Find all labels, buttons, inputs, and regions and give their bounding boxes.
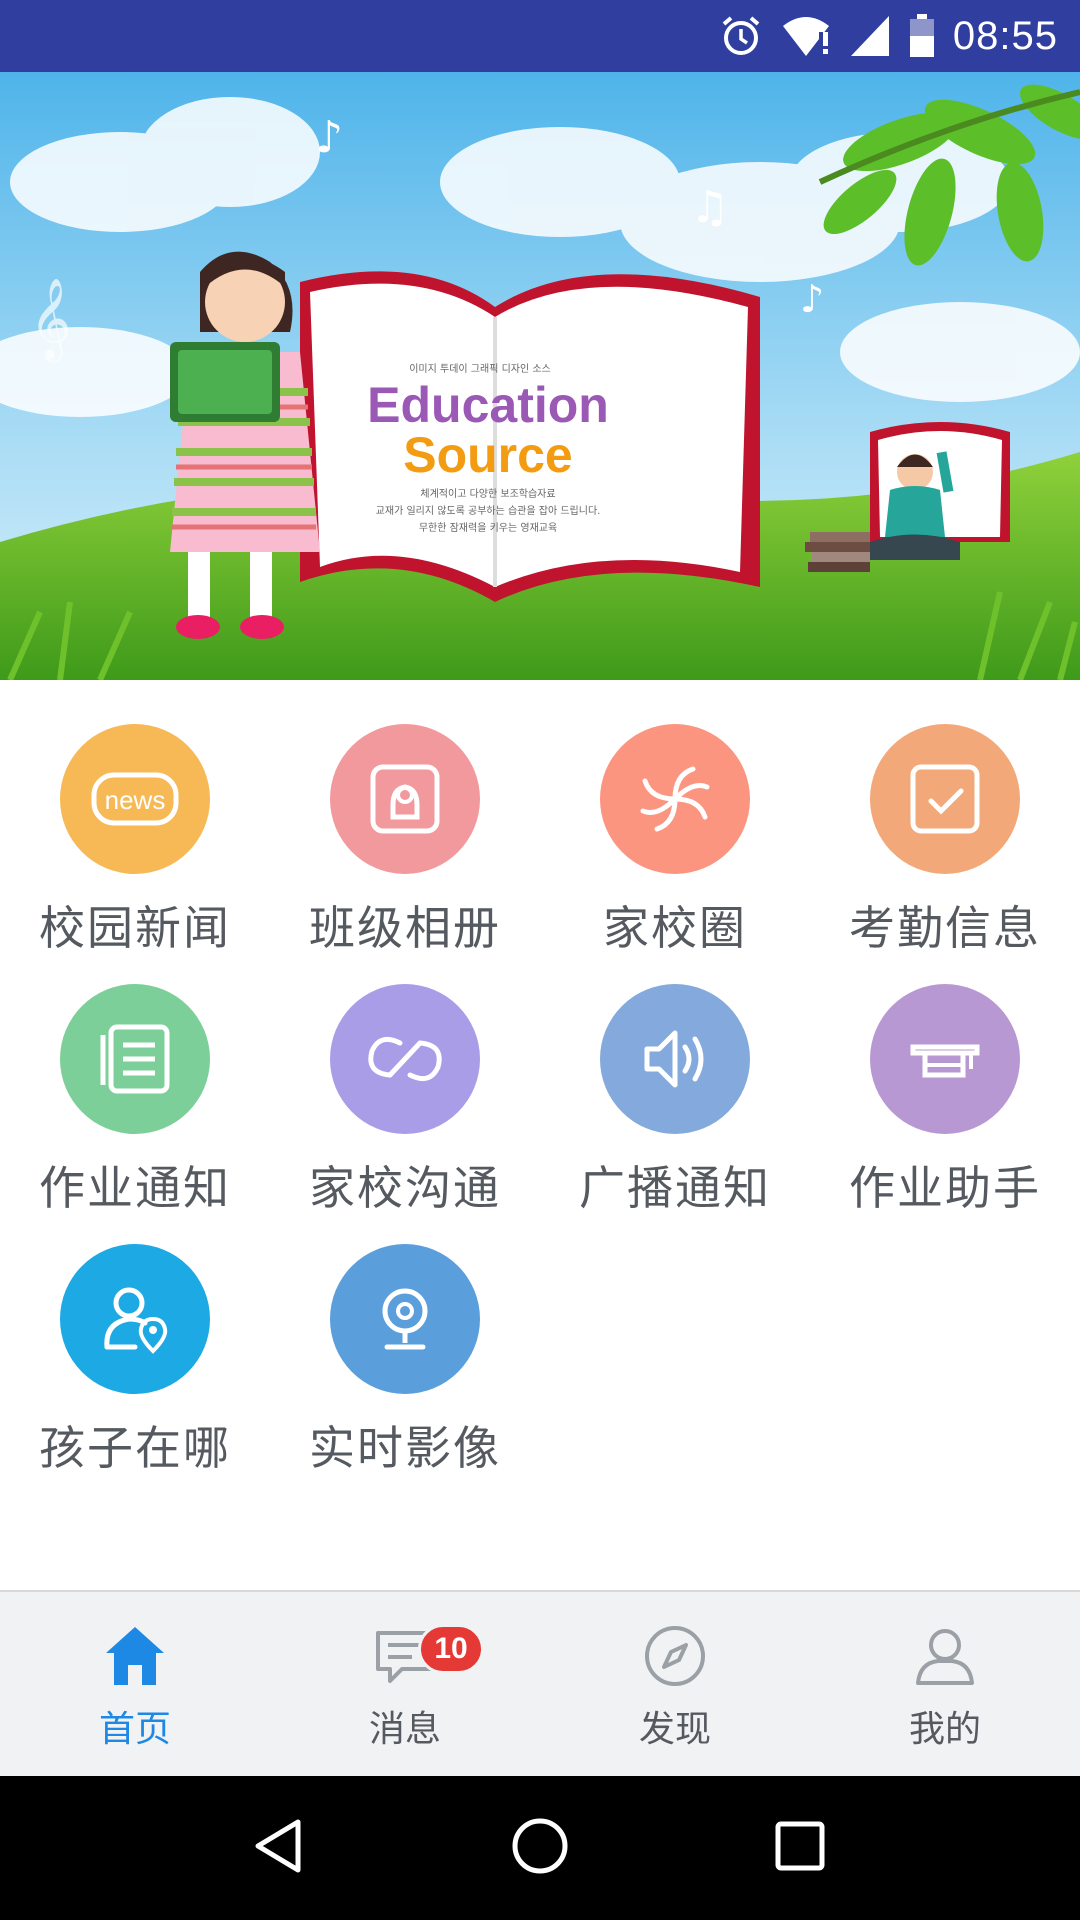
svg-text:news: news xyxy=(105,785,166,815)
aperture-icon xyxy=(600,724,750,874)
nav-label: 我的 xyxy=(908,1709,981,1750)
home-icon xyxy=(95,1616,175,1696)
grid-label: 广播通知 xyxy=(579,1161,771,1215)
grid-label: 班级相册 xyxy=(309,901,501,955)
unread-badge: 10 xyxy=(418,1624,484,1674)
grid-item-class-album[interactable]: 班级相册 xyxy=(270,724,540,984)
wifi-icon xyxy=(781,14,831,58)
grid-label: 孩子在哪 xyxy=(39,1421,231,1475)
bottom-nav: 首页 消息 10 发现 我的 xyxy=(0,1590,1080,1776)
svg-text:체계적이고 다양한 보조학습자료: 체계적이고 다양한 보조학습자료 xyxy=(420,488,555,500)
grid-item-attendance[interactable]: 考勤信息 xyxy=(810,724,1080,984)
nav-label: 首页 xyxy=(98,1709,171,1750)
grid-item-live-video[interactable]: 实时影像 xyxy=(270,1244,540,1504)
grid-row: news 校园新闻 班级相册 家校圈 考勤信息 xyxy=(0,724,1080,984)
svg-text:무한한 잠재력을 키우는 영재교육: 무한한 잠재력을 키우는 영재교육 xyxy=(419,522,557,534)
back-icon[interactable] xyxy=(250,1816,310,1880)
child-location-icon xyxy=(60,1244,210,1394)
recents-icon[interactable] xyxy=(770,1816,830,1880)
battery-icon xyxy=(909,14,935,58)
grid-label: 作业通知 xyxy=(39,1161,231,1215)
grid-label: 家校圈 xyxy=(603,901,747,955)
feature-grid: news 校园新闻 班级相册 家校圈 考勤信息 作业通知 家校沟通 广播通知 作… xyxy=(0,680,1080,1590)
svg-text:교재가 일리지 않도록 공부하는 습관을 잡아 드립니다.: 교재가 일리지 않도록 공부하는 습관을 잡아 드립니다. xyxy=(376,504,601,517)
system-nav-bar xyxy=(0,1776,1080,1920)
grid-item-homework-assistant[interactable]: 作业助手 xyxy=(810,984,1080,1244)
svg-text:♪: ♪ xyxy=(315,112,343,163)
status-bar: 08:55 xyxy=(0,0,1080,72)
banner-image: ♪ ♫ ♪ 𝄞 이미지 투데이 그래픽 디자인 소스 Education Sou… xyxy=(0,72,1080,680)
svg-text:Education: Education xyxy=(367,377,609,433)
alarm-icon xyxy=(719,14,763,58)
banner[interactable]: ♪ ♫ ♪ 𝄞 이미지 투데이 그래픽 디자인 소스 Education Sou… xyxy=(0,72,1080,680)
album-icon xyxy=(330,724,480,874)
grid-label: 考勤信息 xyxy=(849,901,1041,955)
status-time: 08:55 xyxy=(952,13,1058,58)
nav-item-home[interactable]: 首页 xyxy=(0,1592,270,1776)
svg-text:♫: ♫ xyxy=(690,182,729,233)
grid-label: 家校沟通 xyxy=(309,1161,501,1215)
grid-item-campus-news[interactable]: news 校园新闻 xyxy=(0,724,270,984)
nav-item-messages[interactable]: 消息 10 xyxy=(270,1592,540,1776)
nav-label: 发现 xyxy=(638,1709,711,1750)
grid-item-homework-notice[interactable]: 作业通知 xyxy=(0,984,270,1244)
grid-item-child-location[interactable]: 孩子在哪 xyxy=(0,1244,270,1504)
grid-row: 作业通知 家校沟通 广播通知 作业助手 xyxy=(0,984,1080,1244)
attendance-icon xyxy=(870,724,1020,874)
speaker-icon xyxy=(600,984,750,1134)
grid-row: 孩子在哪 实时影像 xyxy=(0,1244,1080,1504)
profile-icon xyxy=(905,1616,985,1696)
svg-text:이미지 투데이 그래픽 디자인 소스: 이미지 투데이 그래픽 디자인 소스 xyxy=(409,363,551,375)
grid-label: 实时影像 xyxy=(309,1421,501,1475)
grid-item-home-school-circle[interactable]: 家校圈 xyxy=(540,724,810,984)
grid-item-home-school-communication[interactable]: 家校沟通 xyxy=(270,984,540,1244)
signal-icon xyxy=(849,14,891,58)
homework-icon xyxy=(60,984,210,1134)
grid-item-broadcast-notice[interactable]: 广播通知 xyxy=(540,984,810,1244)
grid-label: 校园新闻 xyxy=(39,901,231,955)
link-icon xyxy=(330,984,480,1134)
compass-icon xyxy=(635,1616,715,1696)
svg-text:𝄞: 𝄞 xyxy=(30,277,71,362)
nav-item-profile[interactable]: 我的 xyxy=(810,1592,1080,1776)
news-icon: news xyxy=(60,724,210,874)
nav-label: 消息 xyxy=(368,1709,441,1750)
svg-text:♪: ♪ xyxy=(800,277,824,321)
nav-item-discover[interactable]: 发现 xyxy=(540,1592,810,1776)
webcam-icon xyxy=(330,1244,480,1394)
home-circle-icon[interactable] xyxy=(510,1816,570,1880)
grid-label: 作业助手 xyxy=(849,1161,1041,1215)
svg-text:Source: Source xyxy=(403,427,573,483)
graduation-cap-icon xyxy=(870,984,1020,1134)
